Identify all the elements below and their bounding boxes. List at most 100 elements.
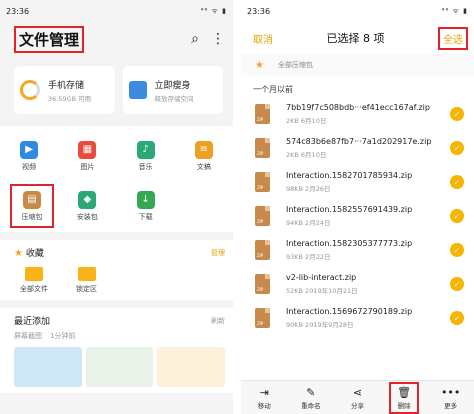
breadcrumb: ★ 全部压缩包	[241, 54, 474, 76]
move-button[interactable]: ⇥ 移动	[249, 386, 279, 410]
file-meta: 94KB 2月24日	[286, 219, 331, 227]
category-label: 音乐	[138, 162, 153, 171]
status-bar: 23:36 ⁴⁶ ᯤ ▮	[241, 0, 474, 22]
action-bar: ⇥ 移动 ✎ 重命名 ⋖ 分享 🗑 删除 ••• 更多	[241, 380, 474, 414]
status-time: 23:36	[247, 6, 271, 16]
zip-file-icon: ZIP	[255, 138, 270, 158]
breadcrumb-current[interactable]: 全部压缩包	[278, 60, 313, 70]
share-button[interactable]: ⋖ 分享	[342, 386, 372, 410]
file-row[interactable]: ZIP 574c83b6e87fb7···7a1d202917e.zip 2KB 6…	[241, 131, 474, 165]
more-vertical-icon[interactable]: ⋮	[211, 31, 225, 47]
zip-tag: ZIP	[257, 287, 264, 292]
status-bar: 23:36 ⁴⁶ ᯤ ▮	[0, 0, 233, 22]
category-label: 文稿	[196, 162, 211, 171]
zip-icon: ▤	[23, 190, 41, 209]
category-apk[interactable]: ◆ 安装包	[58, 184, 116, 228]
refresh-button[interactable]: 刷新	[211, 316, 225, 326]
checkmark-icon[interactable]: ✓	[450, 209, 464, 223]
file-name: Interaction.1582701785934.zip	[286, 171, 413, 180]
category-music[interactable]: ♪ 音乐	[117, 134, 175, 178]
search-icon[interactable]: ⌕	[191, 31, 199, 47]
rename-button[interactable]: ✎ 重命名	[296, 386, 326, 410]
delete-icon: 🗑	[397, 385, 412, 399]
category-label: 安装包	[76, 212, 98, 221]
move-icon: ⇥	[259, 385, 269, 399]
clean-sub: 释放存储空间	[154, 94, 194, 103]
storage-available: 36.59GB 可用	[48, 94, 92, 103]
action-label: 移动	[257, 401, 271, 410]
file-row[interactable]: ZIP Interaction.1582305377773.zip 93KB 2月2…	[241, 233, 474, 267]
share-icon: ⋖	[352, 385, 363, 399]
app-header: 文件管理 ⌕ ⋮	[0, 22, 233, 56]
zip-tag: ZIP	[257, 321, 264, 326]
folder-icon	[25, 267, 43, 281]
storage-title: 手机存储	[48, 80, 85, 91]
category-image[interactable]: ▦ 图片	[58, 134, 116, 178]
file-meta: 93KB 2月22日	[286, 253, 331, 261]
recent-thumbnail[interactable]	[85, 347, 154, 387]
category-grid: ▶ 视频 ▦ 图片 ♪ 音乐 ≡ 文稿 ▤ 压缩包 ◆ 安装包 ↓ 下载	[0, 126, 233, 232]
recent-section: 最近添加 刷新 屏幕截图 1分钟前	[0, 308, 233, 393]
file-row[interactable]: ZIP v2-lib-interact.zip 52KB 2019年10月21日 ✓	[241, 267, 474, 301]
recent-thumbnail[interactable]	[14, 347, 82, 387]
manage-button[interactable]: 管理	[211, 248, 225, 258]
clean-storage-card[interactable]: 立即瘦身 释放存储空间	[122, 66, 223, 114]
star-icon[interactable]: ★	[255, 60, 264, 71]
zip-tag: ZIP	[257, 253, 264, 258]
favorites-section: ★ 收藏 管理 全部文件 锁定区	[0, 240, 233, 300]
file-row[interactable]: ZIP 7bb19f7c508bdb···ef41ecc167af.zip 2KB …	[241, 97, 474, 131]
recent-source: 屏幕截图	[14, 332, 42, 340]
file-row[interactable]: ZIP Interaction.1582701785934.zip 98KB 2月2…	[241, 165, 474, 199]
file-meta: 2KB 6月10日	[286, 117, 327, 125]
recent-time: 1分钟前	[50, 332, 76, 340]
checkmark-icon[interactable]: ✓	[450, 277, 464, 291]
fav-label: 锁定区	[76, 285, 97, 293]
file-name: Interaction.1582557691439.zip	[286, 205, 413, 214]
folder-icon	[77, 267, 96, 281]
action-label: 重命名	[301, 401, 321, 410]
category-zip[interactable]: ▤ 压缩包	[10, 184, 54, 228]
select-all-button[interactable]: 全选	[438, 26, 468, 50]
status-icons: ⁴⁶ ᯤ ▮	[200, 6, 227, 15]
music-icon: ♪	[136, 140, 155, 159]
recent-title: 最近添加	[14, 317, 51, 327]
selection-count-title: 已选择 8 项	[326, 32, 385, 45]
zip-file-icon: ZIP	[255, 274, 270, 294]
more-button[interactable]: ••• 更多	[436, 386, 466, 410]
video-icon: ▶	[20, 140, 39, 159]
category-document[interactable]: ≡ 文稿	[175, 134, 233, 178]
checkmark-icon[interactable]: ✓	[450, 175, 464, 189]
status-time: 23:36	[6, 6, 30, 16]
file-manager-home: 23:36 ⁴⁶ ᯤ ▮ 文件管理 ⌕ ⋮ 手机存储 36.59GB 可用 立即…	[0, 0, 233, 414]
file-name: v2-lib-interact.zip	[286, 273, 357, 282]
zip-file-icon: ZIP	[255, 240, 270, 260]
cancel-button[interactable]: 取消	[253, 31, 273, 46]
fav-all-files[interactable]: 全部文件	[20, 267, 48, 294]
more-icon: •••	[440, 385, 461, 399]
file-row[interactable]: ZIP Interaction.1582557691439.zip 94KB 2月2…	[241, 199, 474, 233]
phone-storage-card[interactable]: 手机存储 36.59GB 可用	[14, 66, 115, 114]
zip-tag: ZIP	[257, 151, 264, 156]
app-title: 文件管理	[14, 25, 85, 53]
zip-tag: ZIP	[257, 117, 264, 122]
category-download[interactable]: ↓ 下载	[117, 184, 175, 228]
delete-button[interactable]: 🗑 删除	[389, 381, 420, 414]
star-icon: ★	[14, 248, 23, 259]
checkmark-icon[interactable]: ✓	[450, 311, 464, 325]
favorites-title: 收藏	[25, 249, 44, 259]
checkmark-icon[interactable]: ✓	[450, 141, 464, 155]
category-video[interactable]: ▶ 视频	[0, 134, 58, 178]
document-icon: ≡	[194, 140, 213, 159]
file-row[interactable]: ZIP Interaction.1569672790189.zip 90KB 201…	[241, 301, 474, 335]
file-meta: 90KB 2019年9月28日	[286, 321, 354, 329]
recent-thumbnail[interactable]	[157, 347, 226, 387]
zip-file-icon: ZIP	[255, 206, 270, 226]
fav-locked-zone[interactable]: 锁定区	[76, 267, 97, 294]
zip-selection-screen: 23:36 ⁴⁶ ᯤ ▮ 取消 已选择 8 项 全选 ★ 全部压缩包 一个月以前…	[241, 0, 474, 414]
checkmark-icon[interactable]: ✓	[450, 107, 464, 121]
zip-file-icon: ZIP	[255, 308, 270, 328]
file-name: Interaction.1582305377773.zip	[286, 239, 413, 248]
checkmark-icon[interactable]: ✓	[450, 243, 464, 257]
selection-header: 取消 已选择 8 项 全选	[241, 22, 474, 54]
status-icons: ⁴⁶ ᯤ ▮	[441, 6, 468, 15]
